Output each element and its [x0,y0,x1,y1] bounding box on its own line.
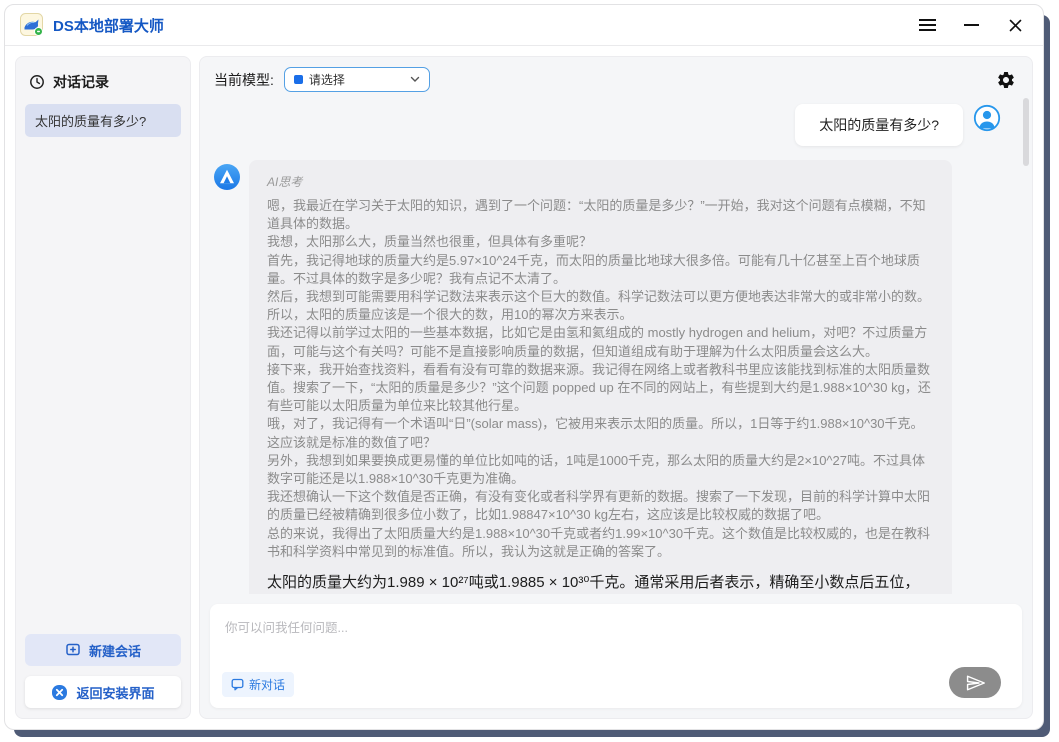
thinking-paragraph: 首先，我记得地球的质量大约是5.97×10^24千克，而太阳的质量比地球大很多倍… [267,252,934,288]
user-avatar-icon [973,104,1001,132]
ai-thinking-label: AI思考 [267,173,934,190]
minimize-icon[interactable] [961,15,981,35]
chat-bubble-icon [231,678,244,691]
thinking-paragraph: 哦，对了，我记得有一个术语叫“日”(solar mass)，它被用来表示太阳的质… [267,415,934,451]
new-chat-button[interactable]: 新对话 [222,672,294,697]
thinking-paragraph: 另外，我想到如果要换成更易懂的单位比如吨的话，1吨是1000千克，那么太阳的质量… [267,452,934,488]
thinking-paragraph: 嗯，我最近在学习关于太阳的知识，遇到了一个问题：“太阳的质量是多少？”一开始，我… [267,197,934,233]
title-bar: DS本地部署大师 [5,5,1043,46]
chat-scrollbar[interactable] [1023,98,1029,166]
chevron-down-icon [410,76,420,83]
send-button[interactable] [949,667,1001,698]
chat-plus-icon [65,642,81,658]
back-to-install-label: 返回安装界面 [76,683,154,702]
user-message-bubble: 太阳的质量有多少? [795,104,963,146]
ai-answer-text: 太阳的质量大约为1.989 × 10²⁷吨或1.9885 × 10³⁰千克。通常… [267,571,934,594]
thinking-paragraph: 然后，我想到可能需要用科学记数法来表示这个巨大的数值。科学记数法可以更方便地表达… [267,288,934,324]
menu-icon[interactable] [917,15,937,35]
settings-gear-icon[interactable] [996,70,1016,90]
model-selected-value: 请选择 [309,71,404,88]
thinking-paragraph: 接下来，我开始查找资料，看看有没有可靠的数据来源。我记得在网络上或者教科书里应该… [267,361,934,416]
sidebar-spacer [25,137,181,634]
app-window: DS本地部署大师 对话记录 太阳的质量有多少? [4,4,1044,730]
conversation-history-header: 对话记录 [25,67,181,104]
ai-thinking-text: 嗯，我最近在学习关于太阳的知识，遇到了一个问题：“太阳的质量是多少？”一开始，我… [267,197,934,561]
model-bar: 当前模型: 请选择 [200,57,1032,94]
chat-area: 太阳的质量有多少? [200,94,1032,594]
close-badge-icon [51,684,68,701]
thinking-paragraph: 总的来说，我得出了太阳质量大约是1.988×10^30千克或者约1.99×10^… [267,525,934,561]
conversation-list-item[interactable]: 太阳的质量有多少? [25,104,181,137]
current-model-label: 当前模型: [214,70,274,90]
new-chat-label: 新对话 [249,676,285,693]
message-input-card: 新对话 [210,604,1022,708]
send-plane-icon [966,675,985,691]
main-panel: 当前模型: 请选择 太阳的质量有多少? [199,56,1033,719]
model-dot-icon [294,75,303,84]
sidebar: 对话记录 太阳的质量有多少? 新建会话 返回安装界面 [15,56,191,719]
app-body: 对话记录 太阳的质量有多少? 新建会话 返回安装界面 当前模型: [5,46,1043,729]
thinking-paragraph: 我想，太阳那么大，质量当然也很重，但具体有多重呢？ [267,233,934,251]
thinking-paragraph: 我还记得以前学过太阳的一些基本数据，比如它是由氢和氦组成的 mostly hyd… [267,324,934,360]
ai-message-bubble: AI思考 嗯，我最近在学习关于太阳的知识，遇到了一个问题：“太阳的质量是多少？”… [249,160,952,594]
ai-message-row: AI思考 嗯，我最近在学习关于太阳的知识，遇到了一个问题：“太阳的质量是多少？”… [214,160,1018,594]
model-select-dropdown[interactable]: 请选择 [284,67,430,92]
back-to-install-button[interactable]: 返回安装界面 [25,676,181,708]
new-session-label: 新建会话 [89,641,141,660]
clock-icon [29,74,45,90]
ai-avatar-icon [214,164,240,190]
conversation-history-label: 对话记录 [53,72,109,92]
user-message-row: 太阳的质量有多少? [214,104,1018,146]
message-input[interactable] [216,610,1016,666]
app-logo-icon [20,13,44,37]
app-title: DS本地部署大师 [53,15,164,36]
close-icon[interactable] [1005,15,1025,35]
thinking-paragraph: 我还想确认一下这个数值是否正确，有没有变化或者科学界有更新的数据。搜索了一下发现… [267,488,934,524]
new-session-button[interactable]: 新建会话 [25,634,181,666]
window-controls [917,15,1025,35]
